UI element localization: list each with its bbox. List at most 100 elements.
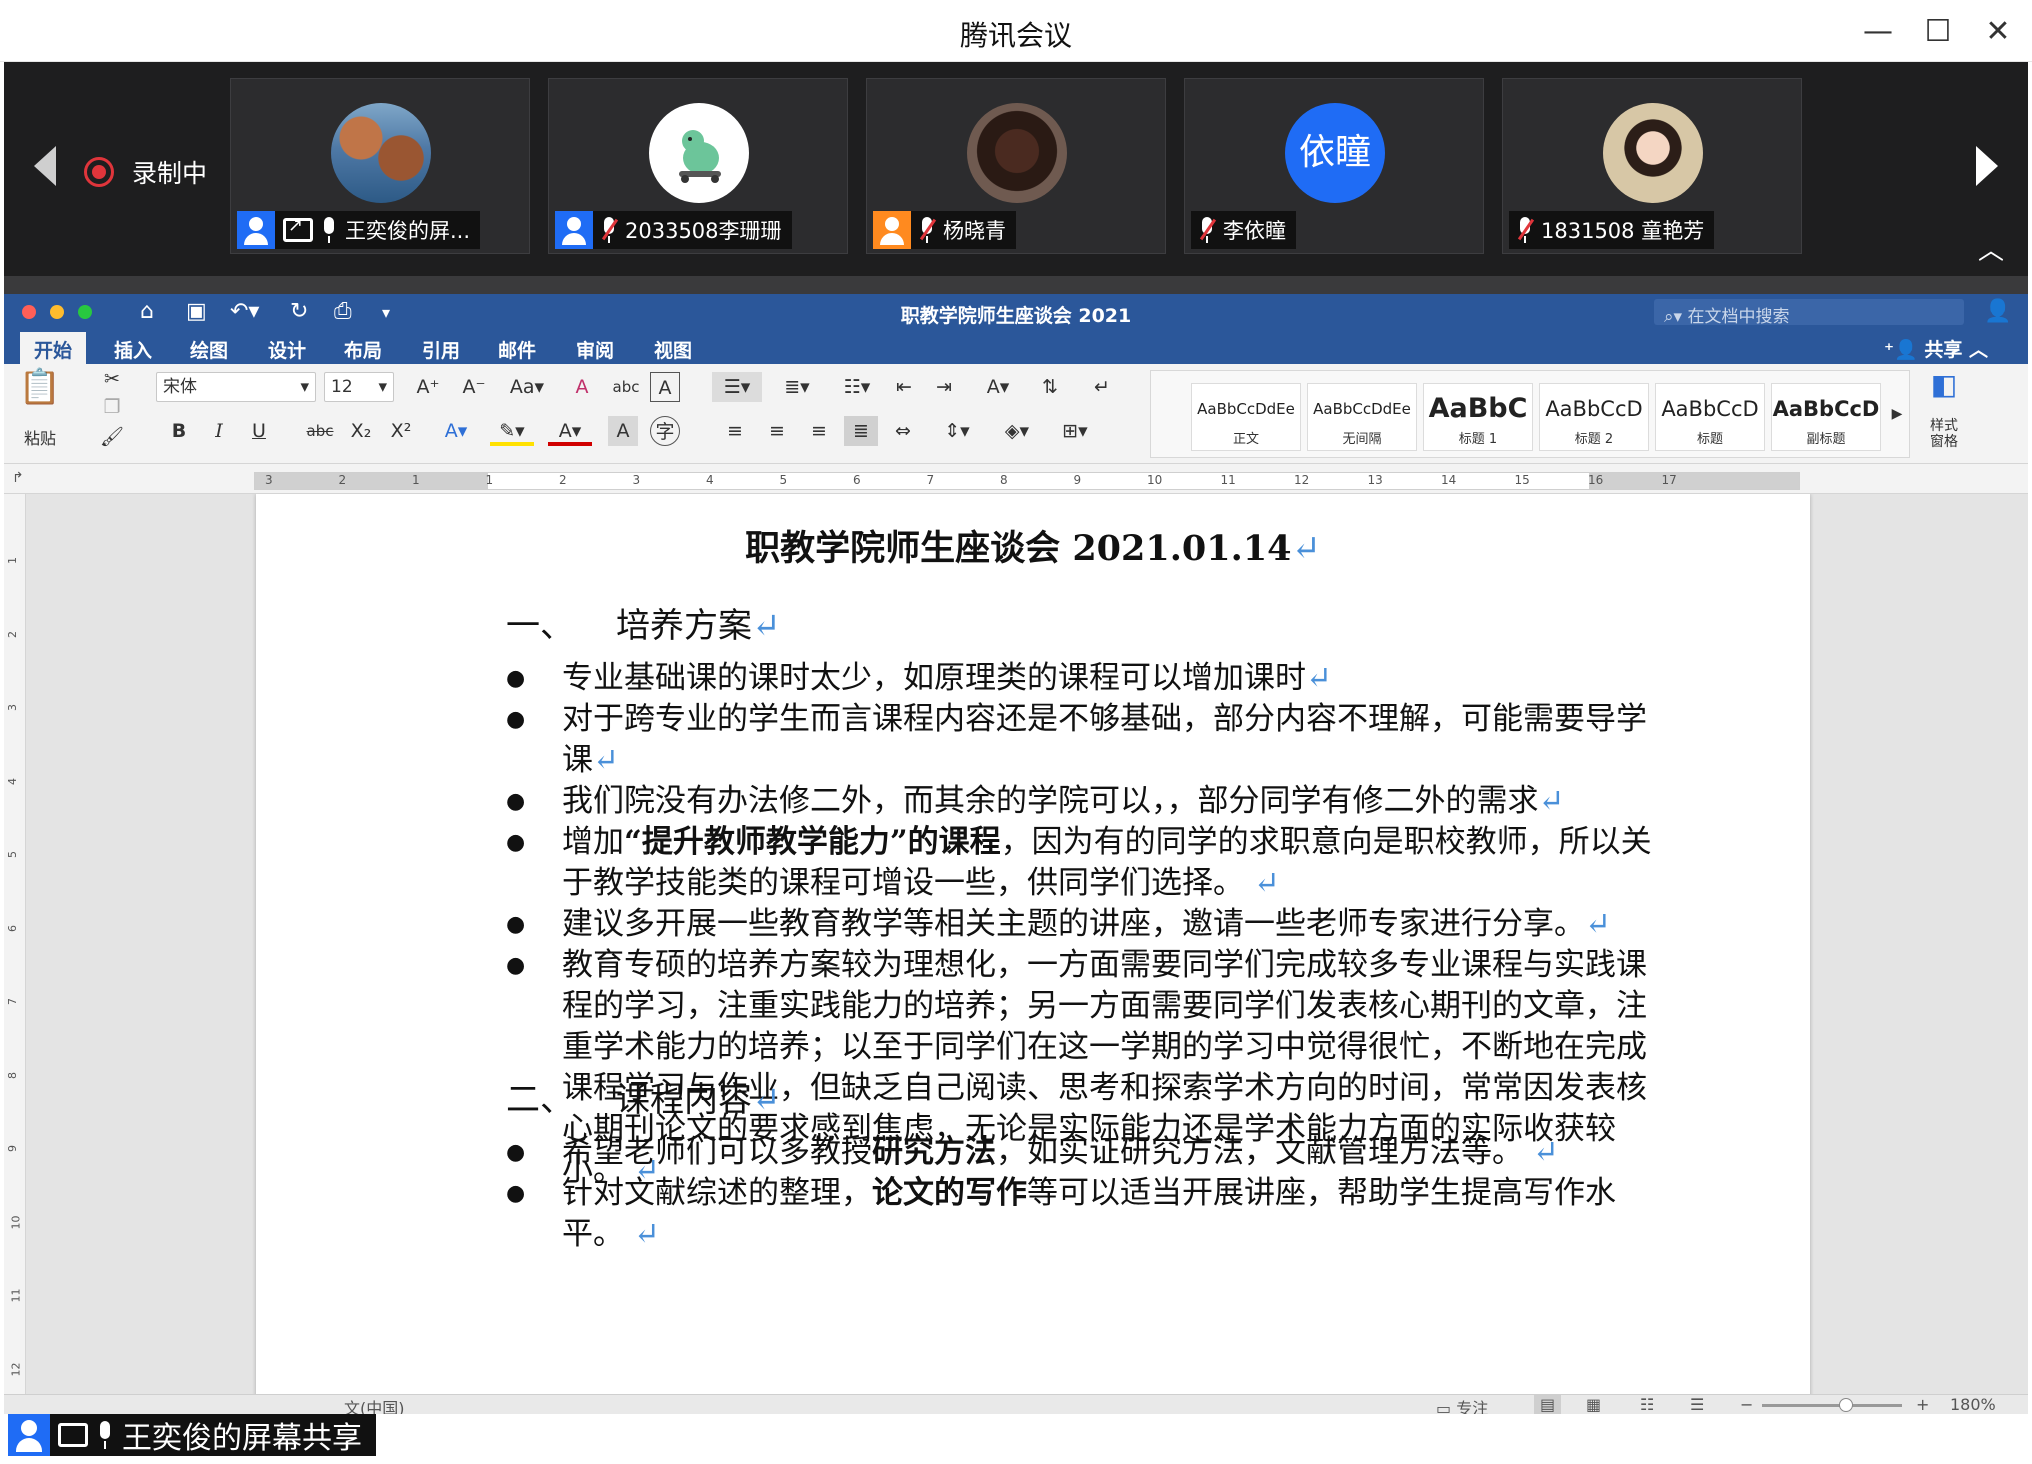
tab-mailings[interactable]: 邮件 <box>484 332 550 364</box>
ruler-number: 12 <box>1294 473 1310 487</box>
ruler-number: 2 <box>338 473 347 487</box>
zoom-out-icon[interactable]: − <box>1740 1395 1753 1414</box>
style-name: 标题 2 <box>1574 432 1614 447</box>
borders-icon[interactable]: ⊞▾ <box>1050 416 1100 446</box>
grow-font-icon[interactable]: A⁺ <box>408 372 448 402</box>
horizontal-ruler[interactable]: ↱ 3 2 1 1 2 3 4 5 6 7 8 9 10 11 12 13 14 15 16 17 <box>4 466 2028 494</box>
style-normal[interactable]: AaBbCcDdEe 正文 <box>1191 383 1301 451</box>
maximize-icon[interactable]: ☐ <box>1918 12 1958 52</box>
tab-insert[interactable]: 插入 <box>100 332 166 364</box>
tab-review[interactable]: 审阅 <box>562 332 628 364</box>
tab-design[interactable]: 设计 <box>254 332 320 364</box>
shrink-font-icon[interactable]: A⁻ <box>454 372 494 402</box>
distributed-icon[interactable]: ⇔ <box>886 416 920 446</box>
char-border-icon[interactable]: A <box>650 372 680 402</box>
clear-format-icon[interactable]: A <box>564 372 600 402</box>
participant-tile[interactable]: 王奕俊的屏... <box>230 78 530 254</box>
vertical-ruler: 1 2 3 4 5 6 7 8 9 10 11 12 <box>4 494 26 1394</box>
tab-view[interactable]: 视图 <box>640 332 706 364</box>
numbering-icon[interactable]: ≣▾ <box>772 372 822 402</box>
recording-indicator[interactable]: 录制中 <box>84 152 207 192</box>
zoom-level[interactable]: 180% <box>1950 1395 1996 1414</box>
font-color-icon[interactable]: A▾ <box>548 416 592 446</box>
document-page[interactable]: 职教学院师生座谈会 2021.01.14↵ 一、培养方案↵ 专业基础课的课时太少… <box>256 494 1810 1394</box>
list-item-text: 我们院没有办法修二外，而其余的学院可以，，部分同学有修二外的需求 <box>562 783 1539 819</box>
strip-bottom-band <box>4 276 2028 294</box>
subscript-button[interactable]: X₂ <box>346 416 376 446</box>
char-shading-icon[interactable]: A <box>608 416 638 446</box>
prev-page-icon[interactable] <box>34 146 56 186</box>
styles-pane-icon[interactable]: ◧ <box>1922 370 1966 414</box>
participant-tile[interactable]: 2033508李珊珊 <box>548 78 848 254</box>
style-no-spacing[interactable]: AaBbCcDdEe 无间隔 <box>1307 383 1417 451</box>
zoom-slider-thumb[interactable] <box>1839 1398 1853 1412</box>
sort-icon[interactable]: ⇅ <box>1032 372 1068 402</box>
tab-references[interactable]: 引用 <box>408 332 474 364</box>
cut-icon[interactable]: ✂ <box>100 364 124 394</box>
participant-tile[interactable]: 1831508 童艳芳 <box>1502 78 1802 254</box>
decrease-indent-icon[interactable]: ⇤ <box>886 372 922 402</box>
enclose-char-icon[interactable]: 字 <box>650 416 680 446</box>
search-icon: ⌕▾ <box>1664 307 1688 327</box>
style-title[interactable]: AaBbCcD 标题 <box>1655 383 1765 451</box>
section-number: 二、 <box>506 1080 574 1120</box>
chevron-down-icon: ▾ <box>378 377 387 397</box>
style-heading-1[interactable]: AaBbC 标题 1 <box>1423 383 1533 451</box>
minimize-icon[interactable]: — <box>1858 12 1898 52</box>
account-icon[interactable]: 👤 <box>1984 299 2011 324</box>
list-item-bold: 论文的写作 <box>872 1175 1027 1211</box>
ruler-number: 7 <box>926 473 935 487</box>
bold-button[interactable]: B <box>164 416 194 446</box>
tab-home[interactable]: 开始 <box>20 332 87 364</box>
search-input[interactable]: ⌕▾ 在文档中搜索 <box>1654 299 1964 327</box>
multilevel-list-icon[interactable]: ☷▾ <box>832 372 882 402</box>
web-layout-icon[interactable]: ▦ <box>1586 1395 1601 1414</box>
zoom-in-icon[interactable]: + <box>1916 1395 1929 1414</box>
change-case-icon[interactable]: Aa▾ <box>504 372 550 402</box>
font-name-select[interactable]: 宋体 ▾ <box>156 372 316 402</box>
font-size-select[interactable]: 12 ▾ <box>324 372 394 402</box>
tab-stop-icon[interactable]: ↱ <box>12 470 24 486</box>
line-spacing-icon[interactable]: ⇕▾ <box>932 416 982 446</box>
section-number: 一、 <box>506 606 574 646</box>
draft-view-icon[interactable]: ☰ <box>1690 1395 1704 1414</box>
asian-layout-icon[interactable]: A▾ <box>976 372 1020 402</box>
superscript-button[interactable]: X² <box>386 416 416 446</box>
ruler-number: 6 <box>6 924 19 932</box>
print-layout-icon[interactable]: ▤ <box>1534 1395 1562 1414</box>
align-center-icon[interactable]: ≡ <box>760 416 794 446</box>
style-subtitle[interactable]: AaBbCcD 副标题 <box>1771 383 1881 451</box>
show-marks-icon[interactable]: ↵ <box>1084 372 1120 402</box>
word-window: ⌂ ▣ ↶▾ ↻ ⎙ ▾ 职教学院师生座谈会 2021 ⌕▾ 在文档中搜索 👤 … <box>4 294 2028 1418</box>
underline-button[interactable]: U <box>244 416 274 446</box>
list-item-text: 对于跨专业的学生而言课程内容还是不够基础，部分内容不理解，可能需要导学课 <box>562 701 1647 778</box>
chevron-up-icon[interactable]: ︿ <box>1978 238 2004 264</box>
justify-icon[interactable]: ≣ <box>844 416 878 446</box>
participant-tile[interactable]: 依瞳 李依瞳 <box>1184 78 1484 254</box>
text-effects-icon[interactable]: A▾ <box>436 416 476 446</box>
style-heading-2[interactable]: AaBbCcD 标题 2 <box>1539 383 1649 451</box>
shading-icon[interactable]: ◈▾ <box>992 416 1042 446</box>
participant-name: 杨晓青 <box>943 219 1006 243</box>
increase-indent-icon[interactable]: ⇥ <box>926 372 962 402</box>
paste-icon[interactable]: 📋 <box>18 370 62 412</box>
tab-draw[interactable]: 绘图 <box>176 332 242 364</box>
copy-icon[interactable]: ❐ <box>100 392 124 422</box>
italic-button[interactable]: I <box>204 416 234 446</box>
format-painter-icon[interactable]: 🖌 <box>100 422 124 452</box>
document-canvas[interactable]: 职教学院师生座谈会 2021.01.14↵ 一、培养方案↵ 专业基础课的课时太少… <box>26 494 2028 1394</box>
close-icon[interactable]: ✕ <box>1978 12 2018 52</box>
zoom-slider[interactable] <box>1762 1398 1902 1412</box>
tab-layout[interactable]: 布局 <box>330 332 396 364</box>
gallery-next-icon[interactable]: ▶ <box>1887 399 1907 429</box>
next-page-icon[interactable] <box>1976 146 1998 186</box>
share-button[interactable]: ⁺👤 共享 ︿ <box>1884 335 1988 362</box>
bullets-icon[interactable]: ☰▾ <box>712 372 762 402</box>
strikethrough-button[interactable]: abc <box>302 416 338 446</box>
align-right-icon[interactable]: ≡ <box>802 416 836 446</box>
highlight-icon[interactable]: ✎▾ <box>490 416 534 446</box>
align-left-icon[interactable]: ≡ <box>718 416 752 446</box>
phonetic-guide-icon[interactable]: abc <box>608 372 644 402</box>
participant-tile[interactable]: 杨晓青 <box>866 78 1166 254</box>
outline-view-icon[interactable]: ☷ <box>1640 1395 1654 1414</box>
